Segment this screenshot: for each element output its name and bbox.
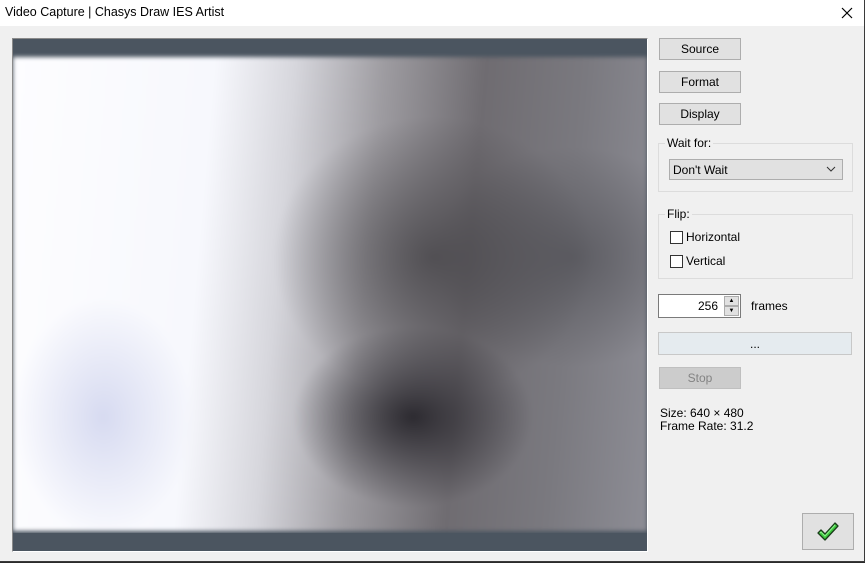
flip-vertical-checkbox[interactable]: Vertical: [670, 254, 725, 268]
display-button[interactable]: Display: [659, 103, 741, 125]
arrow-up-icon: ▲: [728, 298, 735, 304]
preview-letterbox-top: [13, 39, 647, 57]
stop-button[interactable]: Stop: [659, 367, 741, 389]
window-title: Video Capture | Chasys Draw IES Artist: [5, 5, 225, 19]
flip-horizontal-checkbox[interactable]: Horizontal: [670, 230, 740, 244]
green-checkmark-icon: [817, 521, 839, 541]
size-info: Size: 640 × 480: [660, 406, 744, 420]
flip-horizontal-label: Horizontal: [686, 230, 741, 244]
frame-rate-info: Frame Rate: 31.2: [660, 419, 754, 433]
spin-up-button[interactable]: ▲: [724, 296, 739, 306]
title-bar: Video Capture | Chasys Draw IES Artist: [0, 0, 864, 26]
frames-value: 256: [697, 299, 718, 313]
chevron-down-icon: [826, 166, 836, 172]
frames-unit-label: frames: [751, 299, 788, 313]
browse-button[interactable]: ...: [658, 332, 852, 355]
format-button[interactable]: Format: [659, 71, 741, 93]
wait-for-select[interactable]: Don't Wait: [669, 159, 843, 180]
source-button[interactable]: Source: [659, 38, 741, 60]
video-preview: [12, 38, 648, 552]
checkbox-box[interactable]: [670, 230, 683, 244]
frames-input[interactable]: 256 ▲ ▼: [658, 294, 741, 318]
close-button[interactable]: [830, 0, 864, 26]
spin-down-button[interactable]: ▼: [724, 306, 739, 316]
flip-vertical-label: Vertical: [686, 254, 726, 268]
wait-for-label: Wait for:: [665, 136, 714, 150]
arrow-down-icon: ▼: [728, 308, 735, 314]
preview-letterbox-bottom: [13, 533, 647, 551]
video-capture-dialog: Video Capture | Chasys Draw IES Artist S…: [0, 0, 865, 562]
checkbox-box[interactable]: [670, 254, 683, 268]
flip-label: Flip:: [665, 207, 692, 221]
preview-frame: [13, 57, 647, 531]
ok-button[interactable]: [802, 513, 854, 550]
wait-for-selected: Don't Wait: [673, 162, 728, 177]
flip-group: Flip:: [658, 207, 853, 279]
frames-spinner[interactable]: ▲ ▼: [724, 296, 739, 316]
close-icon: [841, 7, 853, 19]
